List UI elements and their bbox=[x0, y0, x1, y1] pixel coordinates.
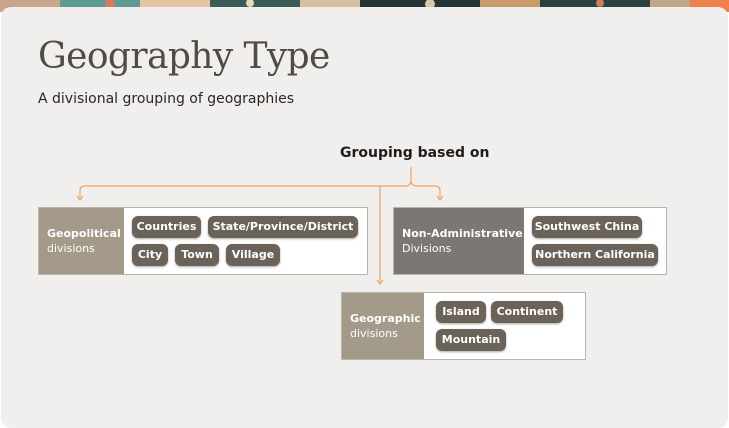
page: Geography Type A divisional grouping of … bbox=[0, 0, 729, 428]
connector-root bbox=[404, 167, 418, 187]
group-geopolitical-label: Geopolitical divisions bbox=[39, 208, 124, 274]
tag-continent: Continent bbox=[491, 301, 563, 323]
group-geopolitical-tags: Countries State/Province/District City T… bbox=[124, 208, 367, 274]
group-geographic-label: Geographic divisions bbox=[342, 293, 424, 359]
group-geographic: Geographic divisions Island Continent Mo… bbox=[341, 292, 586, 360]
tag-town: Town bbox=[175, 244, 219, 266]
group-geopolitical-title: Geopolitical bbox=[47, 227, 121, 240]
group-non-administrative-title: Non-Administrative bbox=[402, 227, 523, 240]
tag-state-province-district: State/Province/District bbox=[208, 216, 358, 238]
tag-southwest-china: Southwest China bbox=[532, 216, 642, 238]
tag-countries: Countries bbox=[132, 216, 201, 238]
group-geographic-subtitle: divisions bbox=[350, 327, 398, 340]
group-non-administrative-label: Non-Administrative Divisions bbox=[394, 208, 524, 274]
group-geographic-tags: Island Continent Mountain bbox=[424, 293, 585, 359]
group-non-administrative-subtitle: Divisions bbox=[402, 242, 452, 255]
tag-mountain: Mountain bbox=[436, 329, 506, 351]
tag-island: Island bbox=[436, 301, 486, 323]
group-geographic-title: Geographic bbox=[350, 312, 421, 325]
connector-to-non-administrative bbox=[417, 185, 441, 198]
group-non-administrative-tags: Southwest China Northern California bbox=[524, 208, 666, 274]
group-non-administrative: Non-Administrative Divisions Southwest C… bbox=[393, 207, 667, 275]
tag-city: City bbox=[132, 244, 168, 266]
connector-to-geopolitical bbox=[79, 185, 405, 198]
group-geopolitical-subtitle: divisions bbox=[47, 242, 95, 255]
tag-northern-california: Northern California bbox=[532, 244, 658, 266]
tag-village: Village bbox=[226, 244, 280, 266]
group-geopolitical: Geopolitical divisions Countries State/P… bbox=[38, 207, 368, 275]
